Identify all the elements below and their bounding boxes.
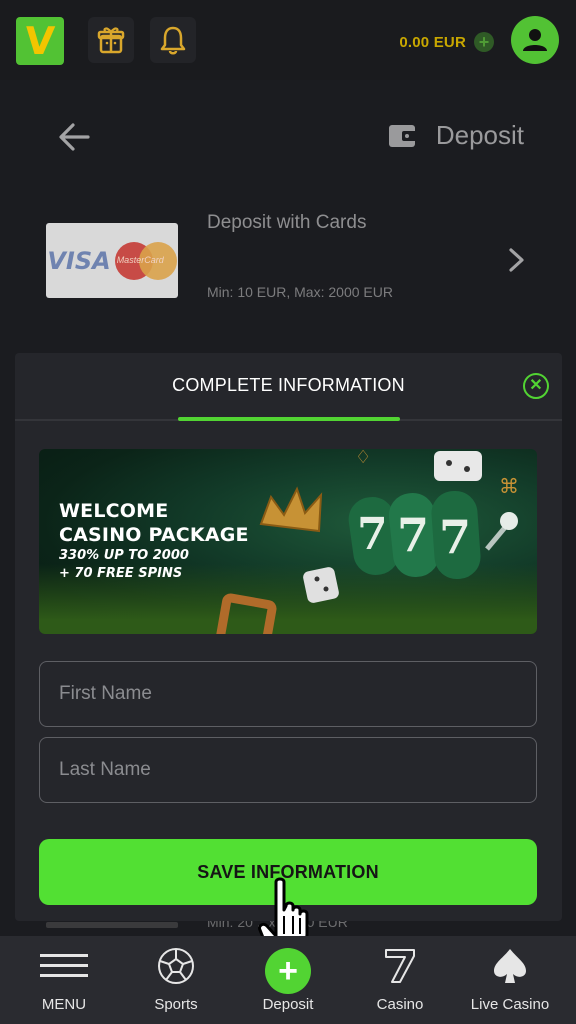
banner-subtitle: 330% UP TO 2000 + 70 FREE SPINS	[59, 548, 189, 581]
card-logo[interactable]: VISA MasterCard	[46, 223, 178, 298]
svg-text:7: 7	[397, 508, 429, 562]
seven-icon	[385, 949, 415, 983]
nav-menu[interactable]: MENU	[28, 936, 100, 1024]
nav-casino[interactable]: Casino	[360, 936, 440, 1024]
bell-icon	[160, 26, 186, 55]
bottom-navigation: MENU Sports + Deposit Casino Live Casino	[0, 936, 576, 1024]
svg-text:⌘: ⌘	[499, 474, 519, 498]
nav-casino-label: Casino	[376, 996, 424, 1013]
chevron-right-icon[interactable]	[506, 246, 528, 274]
second-card-logo	[46, 922, 178, 928]
balance-widget[interactable]: 0.00 EUR +	[399, 28, 494, 56]
deposit-method-title[interactable]: Deposit with Cards	[207, 206, 407, 239]
gift-icon	[97, 27, 125, 54]
nav-live-casino[interactable]: Live Casino	[460, 936, 560, 1024]
modal-header: COMPLETE INFORMATION ✕	[15, 353, 562, 421]
modal-title-underline	[178, 417, 400, 421]
last-name-field[interactable]	[39, 737, 537, 803]
svg-text:7: 7	[439, 510, 471, 564]
nav-sports-label: Sports	[154, 996, 198, 1013]
back-arrow-icon[interactable]	[56, 118, 94, 156]
plus-icon: +	[265, 948, 311, 994]
soccer-ball-icon	[158, 948, 194, 984]
brand-logo[interactable]: V	[16, 17, 64, 65]
nav-menu-label: MENU	[41, 996, 87, 1013]
spade-icon	[494, 949, 526, 983]
top-bar: V 0.00 EUR +	[0, 0, 576, 80]
first-name-input[interactable]	[40, 662, 536, 726]
banner-title: WELCOME CASINO PACKAGE	[59, 500, 249, 546]
welcome-banner[interactable]: 7 7 7 ⌘ ♢ WELCOME CASINO PACKAGE 330% UP…	[39, 449, 537, 634]
nav-sports[interactable]: Sports	[136, 936, 216, 1024]
svg-text:♢: ♢	[355, 449, 371, 468]
nav-live-casino-label: Live Casino	[470, 996, 550, 1013]
close-icon[interactable]: ✕	[523, 373, 549, 399]
complete-information-modal: COMPLETE INFORMATION ✕ 7 7 7 ⌘ ♢ WELCOME…	[15, 353, 562, 921]
user-icon	[523, 29, 547, 51]
logo-letter: V	[23, 19, 57, 63]
wallet-icon	[388, 124, 417, 147]
visa-logo: VISA	[47, 246, 111, 275]
app-screen: V 0.00 EUR + Deposit VISA MasterCard Dep…	[0, 0, 576, 1024]
deposit-title: Deposit	[435, 120, 524, 150]
deposit-header: Deposit	[388, 120, 524, 151]
gift-button[interactable]	[88, 17, 134, 63]
last-name-input[interactable]	[40, 738, 536, 802]
balance-amount: 0.00 EUR	[399, 33, 466, 51]
notifications-button[interactable]	[150, 17, 196, 63]
deposit-limits: Min: 10 EUR, Max: 2000 EUR	[207, 284, 393, 300]
first-name-field[interactable]	[39, 661, 537, 727]
svg-text:7: 7	[357, 509, 388, 560]
hamburger-menu-icon	[40, 954, 88, 977]
mastercard-logo: MasterCard	[114, 241, 177, 280]
profile-avatar[interactable]	[511, 16, 559, 64]
nav-deposit-label: Deposit	[262, 996, 314, 1013]
modal-title: COMPLETE INFORMATION	[172, 375, 405, 395]
nav-deposit[interactable]: + Deposit	[248, 936, 328, 1024]
add-funds-icon[interactable]: +	[474, 32, 494, 52]
